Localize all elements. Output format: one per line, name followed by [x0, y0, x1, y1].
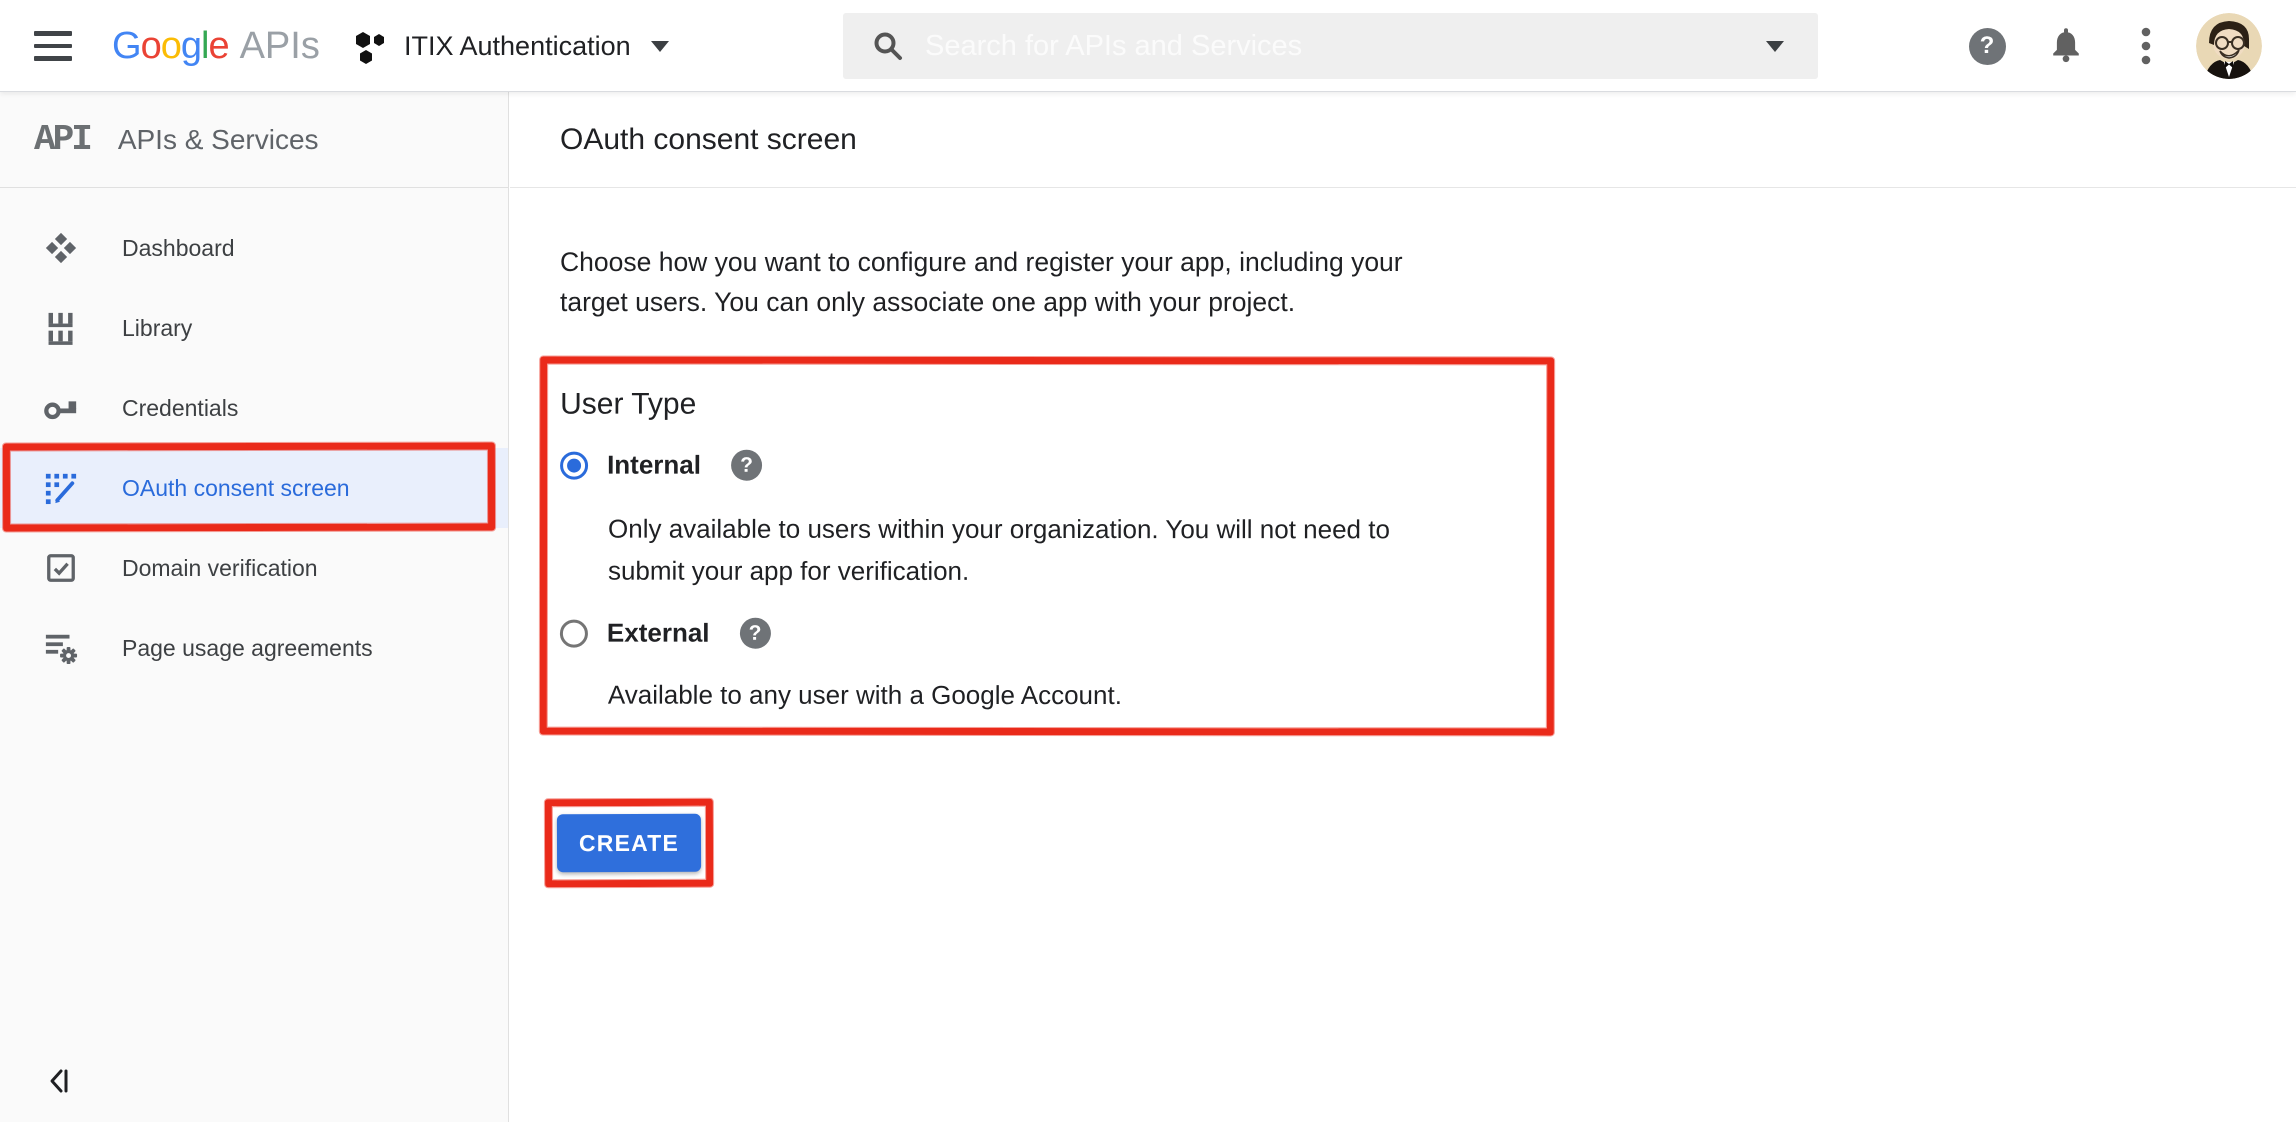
google-cloud-console-page: Google APIs ITIX Authentication — [0, 0, 2296, 1122]
help-button[interactable]: ? — [1962, 21, 2012, 71]
radio-internal[interactable] — [560, 451, 588, 479]
user-type-heading: User Type — [560, 388, 696, 422]
notifications-button[interactable] — [2041, 21, 2091, 71]
logo-letter: o — [161, 25, 181, 68]
radio-external[interactable] — [560, 619, 588, 647]
main-content: OAuth consent screen Choose how you want… — [510, 92, 2296, 1122]
domain-verification-icon — [42, 552, 80, 584]
sidebar-item-label: OAuth consent screen — [122, 475, 350, 502]
collapse-sidebar-button[interactable] — [46, 1066, 76, 1096]
logo-letter: e — [208, 25, 228, 68]
external-description: Available to any user with a Google Acco… — [608, 674, 1122, 716]
top-app-bar: Google APIs ITIX Authentication — [0, 0, 2296, 92]
more-vertical-icon — [2141, 26, 2151, 66]
logo-letter: o — [141, 25, 161, 68]
help-icon: ? — [1969, 28, 2006, 65]
logo-letter: l — [201, 25, 208, 68]
sidebar-item-dashboard[interactable]: Dashboard — [0, 208, 508, 288]
google-apis-logo[interactable]: Google APIs — [112, 0, 320, 92]
api-logo: API — [34, 119, 90, 160]
sidebar-item-label: Library — [122, 315, 192, 342]
search-icon — [871, 29, 905, 63]
account-avatar[interactable] — [2196, 13, 2262, 79]
sidebar-item-credentials[interactable]: Credentials — [0, 368, 508, 448]
page-title: OAuth consent screen — [560, 123, 857, 157]
search-input[interactable] — [925, 30, 1746, 63]
sidebar-item-label: Credentials — [122, 395, 238, 422]
key-icon — [42, 393, 80, 423]
intro-text: Choose how you want to configure and reg… — [560, 242, 1403, 322]
page-header: OAuth consent screen — [510, 92, 2296, 188]
sidebar-item-page-usage-agreements[interactable]: Page usage agreements — [0, 608, 508, 688]
sidebar-item-label: Page usage agreements — [122, 635, 373, 662]
sidebar: API APIs & Services Dashboard — [0, 92, 509, 1122]
page-usage-icon — [42, 631, 80, 665]
create-button[interactable]: CREATE — [557, 814, 701, 873]
project-name: ITIX Authentication — [404, 31, 631, 62]
chevron-down-icon — [651, 41, 669, 52]
sidebar-header: API APIs & Services — [0, 92, 508, 188]
internal-description-line: Only available to users within your orga… — [608, 508, 1390, 551]
search-bar[interactable] — [843, 13, 1818, 79]
library-icon — [42, 311, 80, 345]
logo-apis-suffix: APIs — [240, 25, 320, 68]
sidebar-title: APIs & Services — [118, 124, 319, 156]
more-options-button[interactable] — [2121, 21, 2171, 71]
internal-description: Only available to users within your orga… — [608, 508, 1390, 593]
radio-external-label: External — [607, 618, 710, 649]
internal-help-icon[interactable]: ? — [731, 450, 762, 481]
internal-description-line: submit your app for verification. — [608, 550, 1390, 593]
oauth-consent-icon — [42, 471, 80, 505]
radio-option-external[interactable]: External ? — [560, 618, 771, 649]
project-hexagons-icon — [350, 26, 390, 66]
logo-letter: g — [181, 25, 201, 68]
sidebar-nav: Dashboard Library — [0, 208, 508, 688]
sidebar-item-library[interactable]: Library — [0, 288, 508, 368]
dashboard-icon — [42, 231, 80, 265]
notifications-bell-icon — [2046, 26, 2086, 66]
menu-icon[interactable] — [30, 24, 76, 68]
project-selector[interactable]: ITIX Authentication — [350, 0, 669, 92]
radio-option-internal[interactable]: Internal ? — [560, 450, 762, 481]
intro-line: target users. You can only associate one… — [560, 282, 1403, 322]
search-dropdown-arrow-icon[interactable] — [1766, 41, 1784, 52]
user-type-section: User Type Internal ? Only available to u… — [540, 357, 1554, 736]
collapse-chevron-icon — [46, 1066, 76, 1096]
sidebar-item-label: Domain verification — [122, 555, 318, 582]
sidebar-item-oauth-consent-screen[interactable]: OAuth consent screen — [0, 448, 508, 528]
external-help-icon[interactable]: ? — [740, 618, 771, 649]
logo-letter: G — [112, 25, 141, 68]
external-description-line: Available to any user with a Google Acco… — [608, 674, 1122, 716]
sidebar-item-label: Dashboard — [122, 235, 235, 262]
intro-line: Choose how you want to configure and reg… — [560, 242, 1403, 282]
sidebar-item-domain-verification[interactable]: Domain verification — [0, 528, 508, 608]
radio-internal-label: Internal — [607, 450, 701, 481]
annotation-box-create: CREATE — [545, 799, 713, 888]
